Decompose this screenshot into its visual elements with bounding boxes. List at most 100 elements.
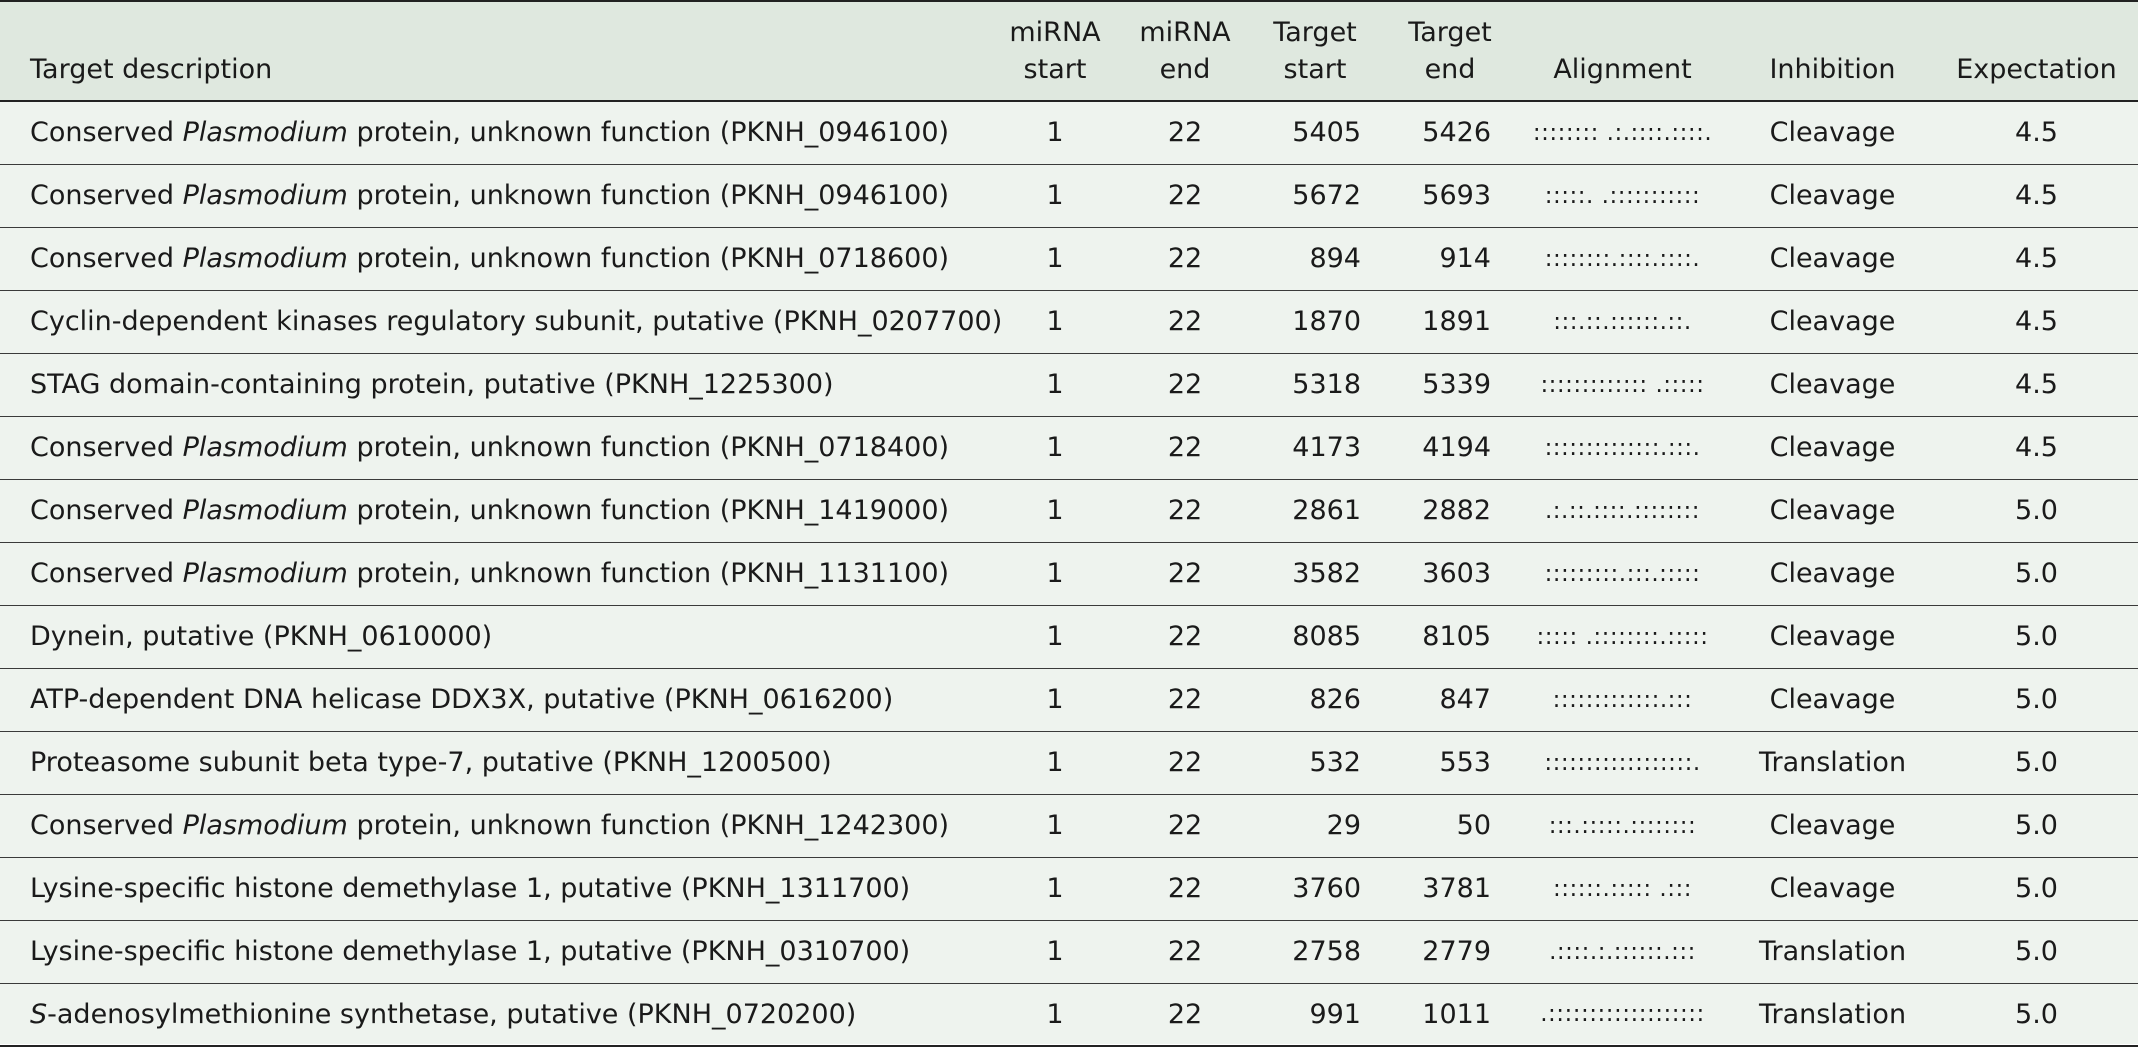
cell-target-end: 8105 — [1385, 605, 1515, 669]
cell-inhibition: Cleavage — [1730, 857, 1935, 921]
cell-target-description: S-adenosylmethionine synthetase, putativ… — [0, 983, 985, 1047]
cell-alignment: :::::. .::::::::::: — [1515, 164, 1730, 228]
cell-mirna-end: 22 — [1125, 164, 1245, 228]
header-target-start: Target start — [1245, 0, 1385, 102]
table-row: ATP-dependent DNA helicase DDX3X, putati… — [0, 668, 2138, 732]
cell-alignment: :::::::::.:::.::::: — [1515, 542, 1730, 606]
cell-target-end: 5693 — [1385, 164, 1515, 228]
table-row: Proteasome subunit beta type-7, putative… — [0, 731, 2138, 795]
cell-target-description: Conserved Plasmodium protein, unknown fu… — [0, 227, 985, 291]
cell-alignment: :::::::::::::.::: — [1515, 668, 1730, 732]
cell-inhibition: Cleavage — [1730, 416, 1935, 480]
header-row: Target description miRNA start miRNA end T… — [0, 0, 2138, 102]
cell-alignment: ::::::::::::::::::. — [1515, 731, 1730, 795]
cell-mirna-end: 22 — [1125, 101, 1245, 165]
description-text-rest: protein, unknown function (PKNH_1242300) — [347, 810, 950, 841]
table-row: Lysine-specific histone demethylase 1, p… — [0, 857, 2138, 921]
cell-mirna-start: 1 — [985, 164, 1125, 228]
cell-alignment: ::::::::.::::.::::. — [1515, 227, 1730, 291]
description-text: Proteasome subunit beta type-7, putative… — [30, 747, 832, 778]
cell-expectation: 4.5 — [1935, 164, 2138, 228]
cell-inhibition: Cleavage — [1730, 353, 1935, 417]
description-text: Conserved — [30, 117, 183, 149]
cell-inhibition: Cleavage — [1730, 290, 1935, 354]
cell-inhibition: Cleavage — [1730, 164, 1935, 228]
cell-inhibition: Cleavage — [1730, 101, 1935, 165]
cell-alignment: ::::::.::::: .::: — [1515, 857, 1730, 921]
header-target-end: Target end — [1385, 0, 1515, 102]
cell-target-end: 2779 — [1385, 920, 1515, 984]
header-expectation: Expectation — [1935, 0, 2138, 102]
cell-mirna-start: 1 — [985, 542, 1125, 606]
cell-mirna-start: 1 — [985, 479, 1125, 543]
table-row: Dynein, putative (PKNH_0610000) 1 22 8085 81… — [0, 605, 2138, 669]
description-text: Conserved — [30, 558, 183, 589]
cell-target-description: Conserved Plasmodium protein, unknown fu… — [0, 101, 985, 165]
description-text-rest: protein, unknown function (PKNH_0718400) — [347, 432, 950, 463]
mirna-targets-table-container: Target description miRNA start miRNA end T… — [0, 0, 2138, 1047]
cell-target-description: Lysine-specific histone demethylase 1, p… — [0, 920, 985, 984]
description-italic-text: Plasmodium — [182, 432, 348, 463]
cell-mirna-start: 1 — [985, 290, 1125, 354]
cell-inhibition: Cleavage — [1730, 605, 1935, 669]
description-text-rest: protein, unknown function (PKNH_1419000) — [347, 495, 950, 526]
cell-expectation: 5.0 — [1935, 479, 2138, 543]
cell-expectation: 5.0 — [1935, 731, 2138, 795]
cell-target-description: ATP-dependent DNA helicase DDX3X, putati… — [0, 668, 985, 732]
description-text: Conserved — [30, 495, 183, 526]
cell-target-description: Conserved Plasmodium protein, unknown fu… — [0, 794, 985, 858]
cell-target-start: 2861 — [1245, 479, 1385, 543]
description-text: Dynein, putative (PKNH_0610000) — [30, 621, 493, 652]
table-header: Target description miRNA start miRNA end T… — [0, 0, 2138, 102]
table-row: Conserved Plasmodium protein, unknown fu… — [0, 101, 2138, 165]
cell-target-description: Conserved Plasmodium protein, unknown fu… — [0, 416, 985, 480]
cell-inhibition: Translation — [1730, 731, 1935, 795]
cell-mirna-end: 22 — [1125, 290, 1245, 354]
cell-mirna-start: 1 — [985, 605, 1125, 669]
cell-target-start: 894 — [1245, 227, 1385, 291]
cell-target-start: 4173 — [1245, 416, 1385, 480]
cell-target-start: 5318 — [1245, 353, 1385, 417]
cell-target-description: Conserved Plasmodium protein, unknown fu… — [0, 164, 985, 228]
cell-alignment: .::::::::::::::::::: — [1515, 983, 1730, 1047]
description-text: Conserved — [30, 243, 183, 274]
cell-target-end: 1011 — [1385, 983, 1515, 1047]
cell-alignment: .::::.:.::::::.::: — [1515, 920, 1730, 984]
header-alignment: Alignment — [1515, 0, 1730, 102]
description-text: ATP-dependent DNA helicase DDX3X, putati… — [30, 684, 894, 715]
cell-inhibition: Cleavage — [1730, 542, 1935, 606]
cell-target-start: 991 — [1245, 983, 1385, 1047]
description-text-rest: -adenosylmethionine synthetase, putative… — [47, 998, 857, 1030]
description-italic-text: Plasmodium — [182, 495, 348, 526]
cell-target-description: Dynein, putative (PKNH_0610000) — [0, 605, 985, 669]
cell-expectation: 5.0 — [1935, 857, 2138, 921]
cell-target-start: 826 — [1245, 668, 1385, 732]
cell-target-end: 2882 — [1385, 479, 1515, 543]
table-row: Conserved Plasmodium protein, unknown fu… — [0, 227, 2138, 291]
cell-target-description: STAG domain-containing protein, putative… — [0, 353, 985, 417]
cell-alignment: :::.:::::.:::::::: — [1515, 794, 1730, 858]
header-target-end-line2: end — [1424, 54, 1476, 85]
cell-target-end: 847 — [1385, 668, 1515, 732]
cell-mirna-start: 1 — [985, 227, 1125, 291]
cell-expectation: 4.5 — [1935, 416, 2138, 480]
cell-target-end: 3781 — [1385, 857, 1515, 921]
table-row: Conserved Plasmodium protein, unknown fu… — [0, 542, 2138, 606]
cell-target-end: 1891 — [1385, 290, 1515, 354]
cell-expectation: 5.0 — [1935, 983, 2138, 1047]
cell-expectation: 5.0 — [1935, 794, 2138, 858]
cell-alignment: ::::::::::::: .::::: — [1515, 353, 1730, 417]
cell-target-start: 5672 — [1245, 164, 1385, 228]
header-inhibition: Inhibition — [1730, 0, 1935, 102]
cell-target-description: Conserved Plasmodium protein, unknown fu… — [0, 479, 985, 543]
description-text: Conserved — [30, 432, 183, 463]
cell-target-start: 5405 — [1245, 101, 1385, 165]
table-row: Conserved Plasmodium protein, unknown fu… — [0, 164, 2138, 228]
cell-mirna-end: 22 — [1125, 416, 1245, 480]
cell-inhibition: Cleavage — [1730, 479, 1935, 543]
cell-mirna-start: 1 — [985, 731, 1125, 795]
cell-mirna-end: 22 — [1125, 227, 1245, 291]
description-text: Cyclin-dependent kinases regulatory subu… — [30, 306, 1003, 337]
cell-mirna-start: 1 — [985, 101, 1125, 165]
cell-expectation: 5.0 — [1935, 542, 2138, 606]
